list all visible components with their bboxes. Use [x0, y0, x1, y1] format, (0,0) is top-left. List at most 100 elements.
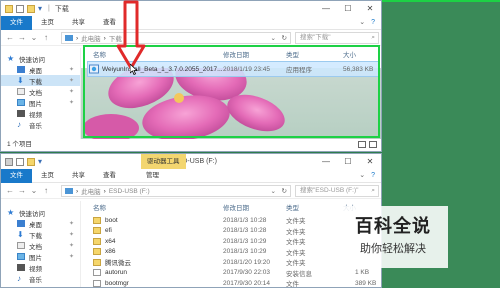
file-type: 文件夹	[286, 239, 306, 246]
nav-item-videos[interactable]: 视频	[1, 108, 80, 119]
back-arrow-icon[interactable]: ←	[4, 186, 16, 195]
title-bar: ▾ 驱动器工具 ESD-USB (F:) — ☐ ✕	[1, 154, 381, 169]
ribbon-tabs: 文件 主页 共享 查看 管理 ⌄ ?	[1, 168, 381, 183]
address-bar[interactable]: › 此电脑 › ESD-USB (F:) ⌄ ↻	[61, 185, 291, 197]
tab-manage[interactable]: 管理	[137, 169, 168, 183]
file-name-cell: boot	[93, 216, 118, 224]
recent-dropdown-icon[interactable]: ⌄	[28, 186, 40, 195]
view-switcher	[358, 141, 377, 148]
nav-item-documents[interactable]: 文档 ✦	[1, 86, 80, 97]
nav-item-quick-access[interactable]: ★ 快速访问	[1, 53, 80, 64]
pin-icon: ✦	[68, 243, 74, 249]
quick-access-dropdown-icon[interactable]: ▾	[38, 157, 42, 166]
recent-dropdown-icon[interactable]: ⌄	[28, 33, 40, 42]
download-icon: ⬇	[17, 230, 24, 239]
nav-item-downloads[interactable]: ⬇ 下载 ✦	[1, 229, 80, 240]
breadcrumb-separator: ›	[103, 34, 106, 42]
window-controls: — ☐ ✕	[315, 1, 381, 16]
column-type[interactable]: 类型	[286, 202, 299, 212]
forward-arrow-icon[interactable]: →	[16, 33, 28, 42]
minimize-button[interactable]: —	[315, 1, 337, 16]
tab-share[interactable]: 共享	[63, 169, 94, 183]
address-dropdown-icon[interactable]: ⌄	[271, 187, 276, 195]
folder-icon	[27, 157, 35, 166]
close-button[interactable]: ✕	[359, 154, 381, 169]
search-icon: ⌕	[371, 34, 375, 41]
file-name: x64	[105, 237, 116, 245]
file-name: x86	[105, 248, 116, 255]
picture-icon	[17, 253, 25, 260]
nav-label: 视频	[29, 265, 42, 273]
pin-icon: ✦	[68, 89, 74, 95]
forward-arrow-icon[interactable]: →	[16, 186, 28, 195]
details-view-icon[interactable]	[358, 141, 366, 148]
computer-icon	[65, 35, 73, 41]
expand-ribbon-icon[interactable]: ⌄	[359, 16, 365, 30]
file-type: 文件夹	[286, 228, 306, 236]
back-arrow-icon[interactable]: ←	[4, 33, 16, 42]
drive-tools-tab[interactable]: 驱动器工具	[141, 154, 186, 169]
pin-icon: ✦	[68, 232, 74, 238]
nav-item-pictures[interactable]: 图片 ✦	[1, 251, 80, 262]
expand-ribbon-icon[interactable]: ⌄	[359, 169, 365, 183]
nav-item-downloads[interactable]: ⬇ 下载 ✦	[1, 75, 80, 86]
file-date: 2018/1/3 10:29	[223, 237, 267, 245]
address-bar-row: ← → ⌄ ↑ › 此电脑 › 下载 ⌄ ↻ 搜索"下载" ⌕	[1, 30, 381, 46]
nav-item-desktop[interactable]: 桌面 ✦	[1, 64, 80, 75]
desktop-icon	[17, 66, 25, 73]
tab-share[interactable]: 共享	[63, 16, 94, 30]
help-icon[interactable]: ?	[371, 16, 375, 30]
download-icon: ⬇	[17, 76, 24, 85]
refresh-icon[interactable]: ↻	[282, 34, 287, 42]
address-dropdown-icon[interactable]: ⌄	[271, 34, 276, 42]
nav-item-music[interactable]: ♪ 音乐	[1, 119, 80, 130]
ribbon-tabs: 文件 主页 共享 查看 ⌄ ?	[1, 15, 381, 30]
table-row[interactable]: autorun 2017/9/30 22:03 安装信息 1 KB	[93, 268, 381, 278]
column-name[interactable]: 名称	[93, 202, 106, 212]
music-icon: ♪	[17, 120, 21, 129]
tab-home[interactable]: 主页	[32, 16, 63, 30]
checkbox-icon[interactable]	[16, 4, 24, 13]
nav-label: 音乐	[29, 122, 42, 130]
nav-item-documents[interactable]: 文档 ✦	[1, 240, 80, 251]
star-icon: ★	[7, 208, 15, 217]
table-row[interactable]: bootmgr 2017/9/30 20:14 文件 389 KB	[93, 278, 381, 287]
picture-icon	[17, 99, 25, 106]
address-bar[interactable]: › 此电脑 › 下载 ⌄ ↻	[61, 32, 291, 44]
pin-icon: ✦	[68, 67, 74, 73]
close-button[interactable]: ✕	[359, 1, 381, 16]
nav-label: 桌面	[29, 67, 42, 75]
refresh-icon[interactable]: ↻	[282, 187, 287, 195]
up-arrow-icon[interactable]: ↑	[40, 33, 52, 42]
large-icons-view-icon[interactable]	[369, 141, 377, 148]
tab-file[interactable]: 文件	[1, 168, 32, 183]
breadcrumb-separator: ›	[76, 187, 79, 195]
file-date: 2018/1/20 19:20	[223, 258, 270, 266]
search-input[interactable]: 搜索"ESD-USB (F:)" ⌕	[295, 185, 379, 197]
maximize-button[interactable]: ☐	[337, 1, 359, 16]
nav-item-music[interactable]: ♪ 音乐	[1, 273, 80, 284]
nav-item-pictures[interactable]: 图片 ✦	[1, 97, 80, 108]
minimize-button[interactable]: —	[315, 154, 337, 169]
help-icon[interactable]: ?	[371, 169, 375, 183]
nav-item-quick-access[interactable]: ★ 快速访问	[1, 207, 80, 218]
column-date[interactable]: 修改日期	[223, 202, 249, 212]
quick-access-dropdown-icon[interactable]: ▾	[38, 4, 42, 13]
up-arrow-icon[interactable]: ↑	[40, 186, 52, 195]
breadcrumb-usb[interactable]: ESD-USB (F:)	[109, 188, 150, 195]
nav-label: 图片	[29, 100, 42, 108]
search-input[interactable]: 搜索"下载" ⌕	[295, 32, 379, 44]
breadcrumb-pc[interactable]: 此电脑	[81, 33, 101, 43]
file-name: autorun	[105, 269, 128, 276]
nav-item-videos[interactable]: 视频	[1, 262, 80, 273]
folder-icon	[27, 4, 35, 13]
file-list: 名称 修改日期 类型 大小 boot 2018/1/3 10:28 文件夹 efi 20…	[81, 200, 381, 287]
nav-item-desktop[interactable]: 桌面 ✦	[1, 218, 80, 229]
breadcrumb-pc[interactable]: 此电脑	[81, 186, 101, 196]
video-icon	[17, 110, 25, 117]
tab-file[interactable]: 文件	[1, 15, 32, 30]
checkbox-icon[interactable]	[16, 157, 24, 166]
tab-view[interactable]: 查看	[94, 169, 125, 183]
maximize-button[interactable]: ☐	[337, 154, 359, 169]
tab-home[interactable]: 主页	[32, 169, 63, 183]
